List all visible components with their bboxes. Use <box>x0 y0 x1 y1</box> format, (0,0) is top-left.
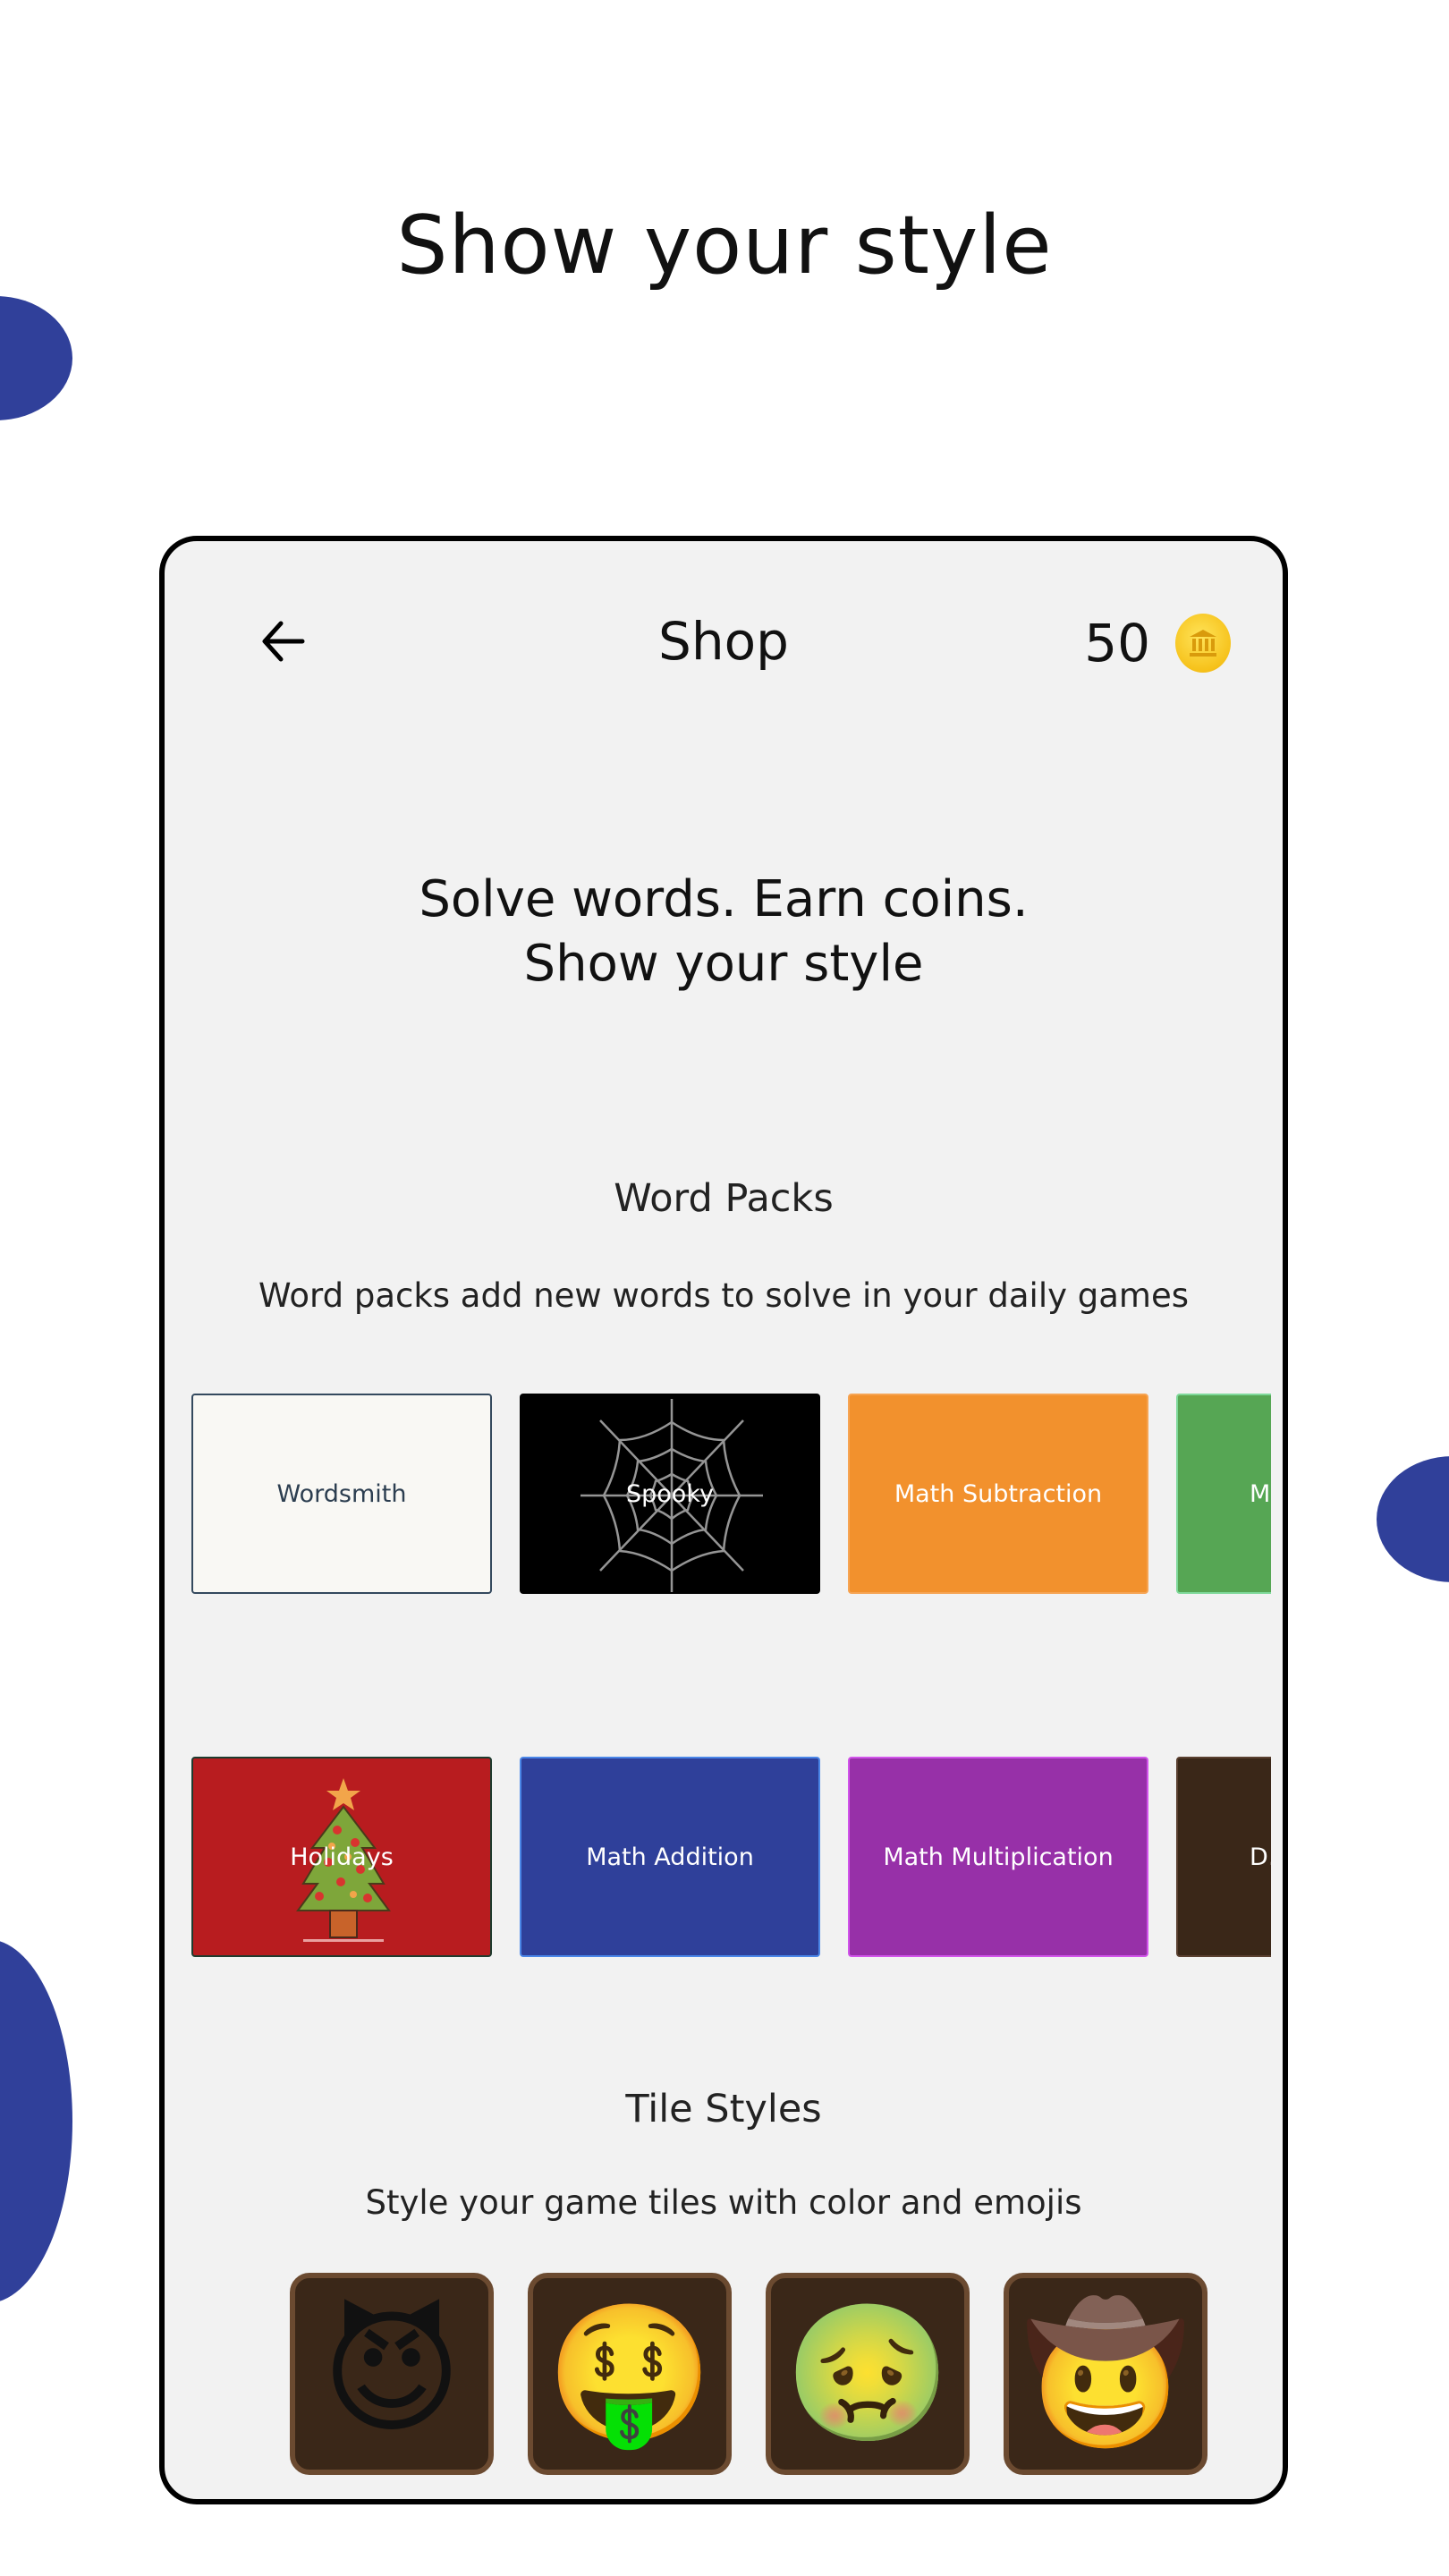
word-packs-title: Word Packs <box>614 1176 834 1221</box>
tagline-line1: Solve words. Earn coins. <box>419 870 1029 928</box>
nauseated-face-icon: 🤢 <box>784 2296 952 2452</box>
tagline: Solve words. Earn coins. Show your style <box>165 868 1283 996</box>
tagline-line2: Show your style <box>523 935 924 993</box>
word-pack-label: Math Addition <box>586 1843 754 1871</box>
tile-style-smiling-devil[interactable]: 😈 <box>290 2273 494 2475</box>
word-pack-label: Holidays <box>290 1843 394 1871</box>
word-pack-label: Math Subtraction <box>894 1479 1103 1508</box>
hero-title: Show your style <box>396 199 1053 292</box>
decorative-blob <box>0 296 72 420</box>
tile-styles-subtitle: Style your game tiles with color and emo… <box>365 2183 1082 2222</box>
word-pack-card[interactable]: Spooky <box>520 1394 820 1594</box>
tile-styles-title: Tile Styles <box>625 2087 822 2131</box>
tile-style-row: 😈 🤑 🤢 🤠 <box>290 2273 1211 2477</box>
coin-count: 50 <box>1084 613 1150 674</box>
word-pack-row: Wordsmith Spooky Math Subtraction Math … <box>191 1394 1271 1596</box>
word-pack-card[interactable]: Math Subtraction <box>848 1394 1148 1594</box>
shop-header: Shop 50 <box>165 604 1283 684</box>
tile-style-nauseated-face[interactable]: 🤢 <box>766 2273 970 2475</box>
word-pack-card[interactable]: Math Multiplication <box>848 1757 1148 1957</box>
word-pack-label: Spooky <box>626 1479 714 1508</box>
tile-style-cowboy-face[interactable]: 🤠 <box>1004 2273 1208 2475</box>
cowboy-face-icon: 🤠 <box>1021 2296 1190 2452</box>
decorative-blob <box>1377 1456 1449 1582</box>
smiling-devil-icon: 😈 <box>321 2296 462 2452</box>
word-pack-card[interactable]: Holidays <box>191 1757 492 1957</box>
decorative-blob <box>0 1939 72 2303</box>
word-pack-label: D… <box>1250 1843 1271 1871</box>
word-pack-card[interactable]: Math … <box>1176 1394 1271 1594</box>
coin-balance: 50 <box>1084 613 1231 674</box>
word-packs-subtitle: Word packs add new words to solve in you… <box>258 1276 1190 1315</box>
word-pack-card[interactable]: Wordsmith <box>191 1394 492 1594</box>
word-pack-card[interactable]: Math Addition <box>520 1757 820 1957</box>
word-pack-label: Wordsmith <box>276 1479 407 1508</box>
word-pack-row: Holidays Math Addition Math Multiplication… <box>191 1757 1271 1959</box>
money-mouth-face-icon: 🤑 <box>546 2296 714 2452</box>
phone-frame: Shop 50 Solve words. Earn coins. Show yo… <box>159 536 1288 2504</box>
word-pack-label: Math … <box>1250 1479 1271 1508</box>
tile-style-money-mouth-face[interactable]: 🤑 <box>528 2273 732 2475</box>
word-pack-label: Math Multiplication <box>883 1843 1114 1871</box>
coin-icon <box>1175 614 1231 673</box>
word-pack-card[interactable]: D… <box>1176 1757 1271 1957</box>
